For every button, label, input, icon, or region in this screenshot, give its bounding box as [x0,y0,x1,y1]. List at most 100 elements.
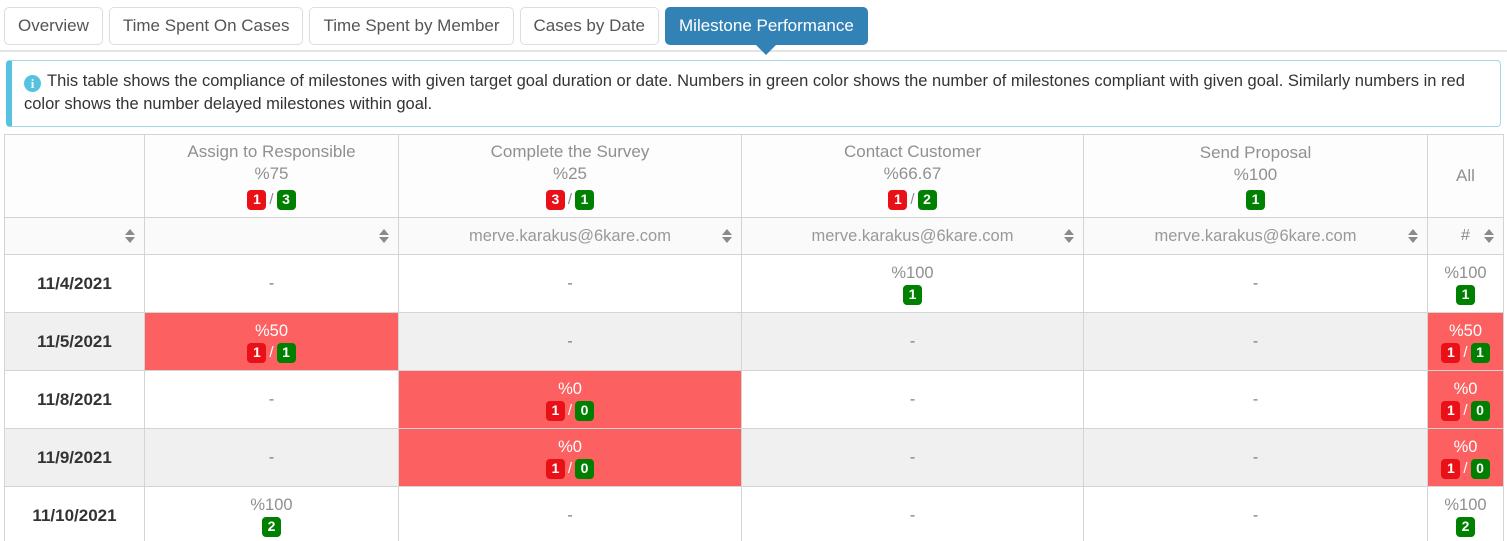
row-date: 11/10/2021 [4,486,145,541]
table-cell: - [741,486,1084,541]
cell-badges: 1/0 [405,458,735,479]
cell-percent: %0 [558,379,582,398]
badge-separator: / [567,402,573,419]
badge-separator: / [1463,402,1468,419]
sort-updown-icon[interactable] [125,228,136,244]
column-sort-cell-1[interactable] [144,217,399,255]
row-date: 11/8/2021 [4,370,145,429]
badge-separator: / [1463,344,1468,361]
table-wrapper: Assign to Responsible %75 1/3 Complete the … [0,134,1507,541]
column-header-badges: 3/1 [405,188,735,211]
column-header-contact-customer: Contact Customer %66.67 1/2 [741,134,1084,218]
delayed-count-badge: 1 [545,458,565,479]
table-row: 11/8/2021- %0 1/0- - %0 1/0 [4,370,1504,429]
badge-separator: / [1463,460,1468,477]
column-header-badges: 1/3 [151,188,392,211]
compliant-count-badge: 0 [575,400,595,421]
compliant-count-badge: 0 [1470,458,1490,479]
cell-badges: 1/0 [1434,458,1497,479]
sort-updown-icon[interactable] [722,228,733,244]
tab-cases-by-date[interactable]: Cases by Date [519,7,660,45]
tab-milestone-performance[interactable]: Milestone Performance [665,7,868,55]
table-cell: - [144,428,399,487]
column-sort-cell-4[interactable]: merve.karakus@6kare.com [1083,217,1428,255]
tab-overview[interactable]: Overview [4,7,103,45]
table-cell: %100 1 [1427,254,1504,313]
column-header-title: Complete the Survey [490,142,650,162]
sort-updown-icon[interactable] [1408,228,1419,244]
table-cell: - [1083,312,1428,371]
cell-percent: %100 [1444,495,1487,514]
column-header-title: All [1456,166,1475,185]
cell-badges: 1/0 [1434,400,1497,421]
badge-separator: / [567,460,573,477]
sort-cell-inner: merve.karakus@6kare.com [407,218,733,254]
sort-updown-icon[interactable] [379,228,390,244]
table-cell: - [1083,370,1428,429]
delayed-count-badge: 1 [247,189,267,210]
column-header-percent: %66.67 [883,164,942,184]
column-header-percent: %75 [254,164,289,184]
cell-badges: 2 [151,516,392,537]
cell-badges: 1 [1434,284,1497,305]
table-body: 11/4/2021- - %100 1- %100 1 11/5/2021 %50 1/1- - -… [4,254,1504,541]
column-header-send-proposal: Send Proposal %100 1 [1083,134,1428,218]
compliant-count-badge: 1 [1470,342,1490,363]
cell-percent: %100 [250,495,293,514]
column-sort-cell-0[interactable] [4,217,145,255]
table-row: 11/10/2021 %100 2 - - - %100 2 [4,486,1504,541]
milestone-performance-table: Assign to Responsible %75 1/3 Complete the … [4,134,1504,541]
column-header-percent: %25 [552,164,588,184]
compliant-count-badge: 2 [917,189,937,210]
table-cell: - [741,428,1084,487]
cell-percent: %100 [891,263,934,282]
column-header-title: Assign to Responsible [187,142,356,162]
hash-label: # [1461,227,1470,244]
table-cell: - [144,370,399,429]
column-filter-sort-row: merve.karakus@6kare.com merve.karakus@6ka… [4,217,1504,255]
delayed-count-badge: 1 [1441,400,1461,421]
empty-value: - [1252,274,1259,292]
empty-value: - [909,390,916,408]
empty-value: - [268,390,275,408]
compliant-count-badge: 1 [903,284,922,305]
empty-value: - [909,332,916,350]
empty-value: - [567,274,573,292]
table-row: 11/9/2021- %0 1/0- - %0 1/0 [4,428,1504,487]
info-banner-text: This table shows the compliance of miles… [24,72,1465,113]
compliant-count-badge: 1 [1246,190,1265,211]
tab-bar: Overview Time Spent On Cases Time Spent by… [0,0,1507,55]
empty-value: - [1252,332,1259,350]
column-sort-cell-2[interactable]: merve.karakus@6kare.com [398,217,742,255]
column-header-badges: 1 [1090,189,1421,211]
sort-updown-icon[interactable] [1484,228,1495,244]
empty-value: - [1252,448,1259,466]
table-cell: %0 1/0 [398,428,742,487]
badge-separator: / [567,190,573,208]
delayed-count-badge: 1 [888,189,908,210]
column-sort-cell-5[interactable]: # [1427,217,1504,255]
cell-badges: 1/1 [1434,342,1497,363]
table-cell: %0 1/0 [398,370,742,429]
empty-value: - [268,274,275,292]
cell-percent: %0 [1453,437,1478,456]
compliant-count-badge: 2 [262,516,281,537]
table-cell: %50 1/1 [144,312,399,371]
info-banner-wrapper: i This table shows the compliance of mile… [0,52,1507,134]
sort-updown-icon[interactable] [1064,228,1075,244]
empty-value: - [567,506,573,524]
column-sort-cell-3[interactable]: merve.karakus@6kare.com [741,217,1084,255]
cell-badges: 1/0 [405,400,735,421]
tab-time-spent-on-cases[interactable]: Time Spent On Cases [108,7,304,45]
badge-separator: / [910,190,915,208]
compliant-count-badge: 3 [276,189,296,210]
table-head: Assign to Responsible %75 1/3 Complete the … [4,134,1504,255]
sort-cell-inner: merve.karakus@6kare.com [1092,218,1419,254]
delayed-count-badge: 1 [1441,458,1461,479]
column-header-badges: 1/2 [748,188,1077,211]
table-cell: - [398,254,742,313]
compliant-count-badge: 0 [575,458,595,479]
tab-time-spent-by-member[interactable]: Time Spent by Member [309,7,514,45]
info-circle-icon: i [24,75,41,92]
badge-separator: / [269,190,274,208]
